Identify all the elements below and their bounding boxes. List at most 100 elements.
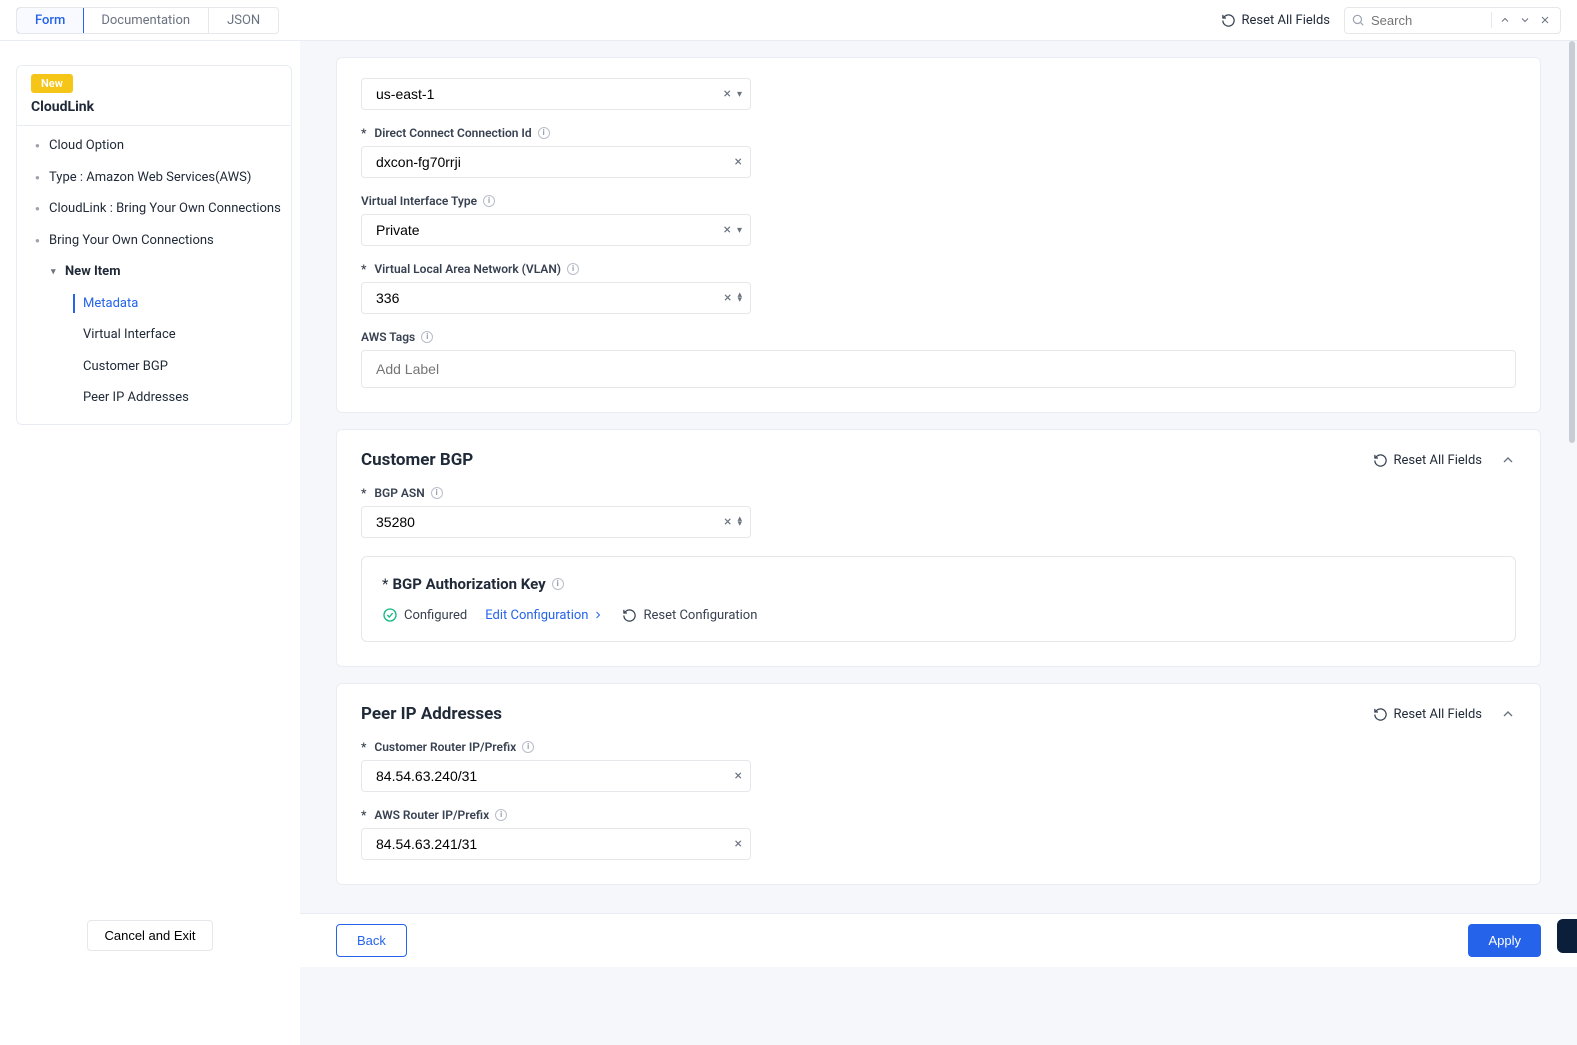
reset-all-top-label: Reset All Fields: [1242, 13, 1330, 28]
clear-icon[interactable]: ×: [735, 155, 742, 169]
clear-icon[interactable]: ×: [724, 291, 731, 305]
chat-fab[interactable]: [1557, 919, 1577, 953]
sidebar-item-virtual-interface[interactable]: Virtual Interface: [17, 319, 291, 351]
tab-form[interactable]: Form: [16, 7, 84, 34]
reset-icon: [1373, 453, 1388, 468]
back-button[interactable]: Back: [336, 924, 407, 957]
customer-ip-input-wrap[interactable]: ×: [361, 760, 751, 792]
vitype-label: Virtual Interface Type: [361, 194, 477, 208]
clear-icon[interactable]: ×: [735, 837, 742, 851]
field-aws-ip: *AWS Router IP/Prefixi ×: [361, 808, 1516, 860]
number-stepper[interactable]: ▴▾: [737, 293, 742, 303]
bgp-auth-title: BGP Authorization Key: [392, 575, 545, 593]
search-input[interactable]: [1367, 11, 1487, 30]
dccid-input-wrap[interactable]: ×: [361, 146, 751, 178]
reset-icon: [1221, 13, 1236, 28]
sidebar-card: New CloudLink ●Cloud Option ●Type : Amaz…: [16, 65, 292, 425]
tab-documentation[interactable]: Documentation: [83, 8, 209, 33]
reset-peer[interactable]: Reset All Fields: [1373, 707, 1482, 722]
sidebar-item-metadata[interactable]: Metadata: [17, 288, 291, 320]
info-icon[interactable]: i: [538, 127, 550, 139]
aws-ip-label: AWS Router IP/Prefix: [374, 808, 489, 822]
sidebar-item-new-item[interactable]: ▾New Item: [17, 256, 291, 288]
reset-icon: [622, 608, 637, 623]
form-main: × ▾ *Direct Connect Connection Idi × Vir…: [300, 41, 1577, 1045]
customer-ip-label: Customer Router IP/Prefix: [374, 740, 516, 754]
chevron-right-icon: [592, 609, 604, 621]
clear-icon[interactable]: ×: [723, 87, 730, 101]
check-circle-icon: [382, 607, 398, 623]
tab-json[interactable]: JSON: [209, 8, 278, 33]
aws-ip-input[interactable]: [374, 835, 735, 853]
view-tabs: Form Documentation JSON: [16, 7, 279, 34]
reset-bgp[interactable]: Reset All Fields: [1373, 453, 1482, 468]
info-icon[interactable]: i: [552, 578, 564, 590]
customer-ip-input[interactable]: [374, 767, 735, 785]
cancel-exit-button[interactable]: Cancel and Exit: [87, 920, 212, 951]
reset-all-top[interactable]: Reset All Fields: [1221, 13, 1330, 28]
tags-input-wrap[interactable]: [361, 350, 1516, 388]
region-select[interactable]: × ▾: [361, 78, 751, 110]
aws-ip-input-wrap[interactable]: ×: [361, 828, 751, 860]
tags-label: AWS Tags: [361, 330, 415, 344]
bgp-auth-card: *BGP Authorization Keyi Configured Edit …: [361, 556, 1516, 642]
dccid-input[interactable]: [374, 153, 735, 171]
field-tags: AWS Tags i: [361, 330, 1516, 388]
sidebar: New CloudLink ●Cloud Option ●Type : Amaz…: [0, 41, 300, 1045]
reset-icon: [1373, 707, 1388, 722]
clear-icon[interactable]: ×: [735, 769, 742, 783]
search-next-icon[interactable]: [1516, 14, 1534, 26]
bgp-asn-label: BGP ASN: [374, 486, 424, 500]
number-stepper[interactable]: ▴▾: [737, 517, 742, 527]
search-prev-icon[interactable]: [1496, 14, 1514, 26]
info-icon[interactable]: i: [483, 195, 495, 207]
chevron-down-icon[interactable]: ▾: [737, 225, 742, 236]
info-icon[interactable]: i: [522, 741, 534, 753]
vitype-value[interactable]: [374, 221, 723, 239]
top-bar: Form Documentation JSON Reset All Fields: [0, 0, 1577, 41]
sidebar-item-peer-ip[interactable]: Peer IP Addresses: [17, 382, 291, 414]
field-dccid: *Direct Connect Connection Idi ×: [361, 126, 1516, 178]
sidebar-title: CloudLink: [17, 93, 291, 126]
dccid-label: Direct Connect Connection Id: [374, 126, 531, 140]
chevron-down-icon[interactable]: ▾: [737, 89, 742, 100]
info-icon[interactable]: i: [495, 809, 507, 821]
reset-configuration-link[interactable]: Reset Configuration: [622, 608, 757, 623]
vlan-input-wrap[interactable]: × ▴▾: [361, 282, 751, 314]
bgp-asn-input-wrap[interactable]: × ▴▾: [361, 506, 751, 538]
info-icon[interactable]: i: [431, 487, 443, 499]
vlan-input[interactable]: [374, 289, 724, 307]
tags-input[interactable]: [374, 360, 1503, 378]
search-clear-icon[interactable]: [1536, 14, 1554, 26]
bgp-asn-input[interactable]: [374, 513, 724, 531]
sidebar-item-type[interactable]: ●Type : Amazon Web Services(AWS): [17, 162, 291, 194]
sidebar-item-cloudlink[interactable]: ●CloudLink : Bring Your Own Connections: [17, 193, 291, 225]
clear-icon[interactable]: ×: [724, 515, 731, 529]
field-vitype: Virtual Interface Type i × ▾: [361, 194, 1516, 246]
clear-icon[interactable]: ×: [723, 223, 730, 237]
bgp-section-title: Customer BGP: [361, 450, 473, 470]
sidebar-item-cloud-option[interactable]: ●Cloud Option: [17, 130, 291, 162]
section-peer-ip: Peer IP Addresses Reset All Fields *Cust…: [336, 683, 1541, 885]
peer-section-title: Peer IP Addresses: [361, 704, 502, 724]
region-value[interactable]: [374, 85, 723, 103]
info-icon[interactable]: i: [567, 263, 579, 275]
apply-button[interactable]: Apply: [1468, 924, 1541, 957]
collapse-icon[interactable]: [1500, 706, 1516, 722]
sidebar-item-byoc[interactable]: ●Bring Your Own Connections: [17, 225, 291, 257]
main-footer: Back Apply: [300, 913, 1577, 967]
field-bgp-asn: *BGP ASNi × ▴▾: [361, 486, 1516, 538]
collapse-icon[interactable]: [1500, 452, 1516, 468]
sidebar-item-customer-bgp[interactable]: Customer BGP: [17, 351, 291, 383]
vitype-select[interactable]: × ▾: [361, 214, 751, 246]
field-customer-ip: *Customer Router IP/Prefixi ×: [361, 740, 1516, 792]
search-box[interactable]: [1344, 7, 1561, 34]
new-badge: New: [31, 74, 73, 93]
section-customer-bgp: Customer BGP Reset All Fields *BGP ASNi …: [336, 429, 1541, 667]
section-virtual-interface: × ▾ *Direct Connect Connection Idi × Vir…: [336, 57, 1541, 413]
info-icon[interactable]: i: [421, 331, 433, 343]
edit-configuration-link[interactable]: Edit Configuration: [485, 608, 604, 623]
search-icon: [1351, 13, 1365, 27]
field-vlan: *Virtual Local Area Network (VLAN)i × ▴▾: [361, 262, 1516, 314]
scrollbar[interactable]: [1569, 41, 1575, 443]
